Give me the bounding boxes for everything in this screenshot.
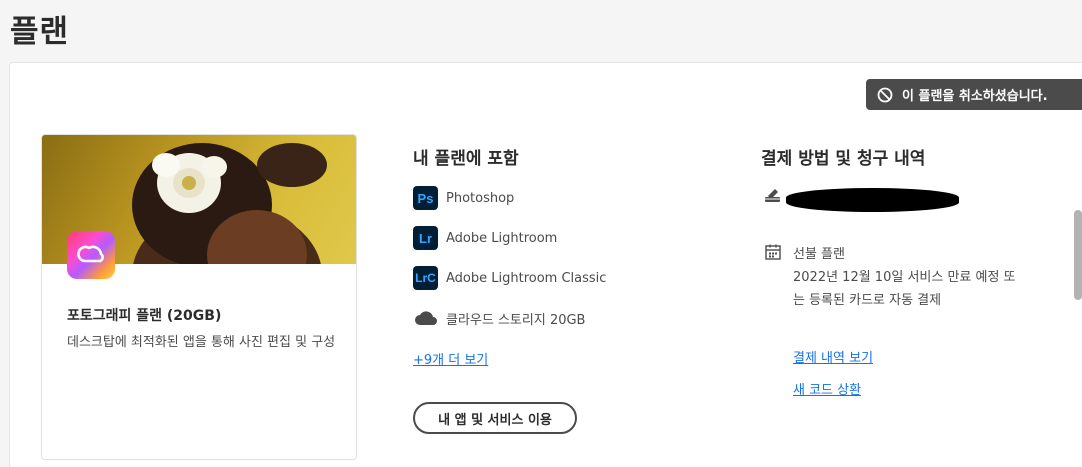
app-item-lightroom-classic: LrC Adobe Lightroom Classic [413,266,606,290]
plan-title: 포토그래피 플랜 (20GB) [67,308,222,324]
credit-card-icon [764,187,782,205]
lightroom-classic-icon: LrC [413,266,438,290]
toast-message: 이 플랜을 취소하셨습니다. [902,89,1048,104]
redeem-code-link[interactable]: 새 코드 상환 [793,379,861,398]
app-label: Adobe Lightroom Classic [446,270,607,286]
lightroom-icon: Lr [413,226,438,250]
storage-label: 클라우드 스토리지 20GB [446,312,586,328]
app-item-lightroom: Lr Adobe Lightroom [413,226,557,250]
prohibited-icon [877,87,893,103]
expiry-note-line-2: 는 등록된 카드로 자동 결제 [793,293,942,308]
billing-heading: 결제 방법 및 청구 내역 [761,149,926,169]
plan-description: 데스크탑에 최적화된 앱을 통해 사진 편집 및 구성 [67,335,336,350]
plan-type: 선불 플랜 [793,247,845,262]
cancel-toast: 이 플랜을 취소하셨습니다. [866,79,1082,110]
see-more-link[interactable]: +9개 더 보기 [413,349,488,368]
app-label: Photoshop [446,190,515,206]
cloud-icon [413,306,438,330]
app-item-photoshop: Ps Photoshop [413,186,514,210]
expiry-note-line-1: 2022년 12월 10일 서비스 만료 예정 또 [793,270,1016,285]
photoshop-icon: Ps [413,186,438,210]
billing-history-link[interactable]: 결제 내역 보기 [793,347,873,366]
scrollbar-thumb[interactable] [1074,210,1082,300]
storage-item: 클라우드 스토리지 20GB [413,306,585,330]
redacted-payment-method [786,188,959,212]
calendar-icon [765,244,781,260]
plan-card: 포토그래피 플랜 (20GB) 데스크탑에 최적화된 앱을 통해 사진 편집 및… [41,134,357,460]
included-heading: 내 플랜에 포함 [413,149,519,169]
page-title: 플랜 [10,14,70,50]
use-apps-button[interactable]: 내 앱 및 서비스 이용 [413,402,577,434]
creative-cloud-logo-icon [67,231,115,279]
app-label: Adobe Lightroom [446,230,558,246]
